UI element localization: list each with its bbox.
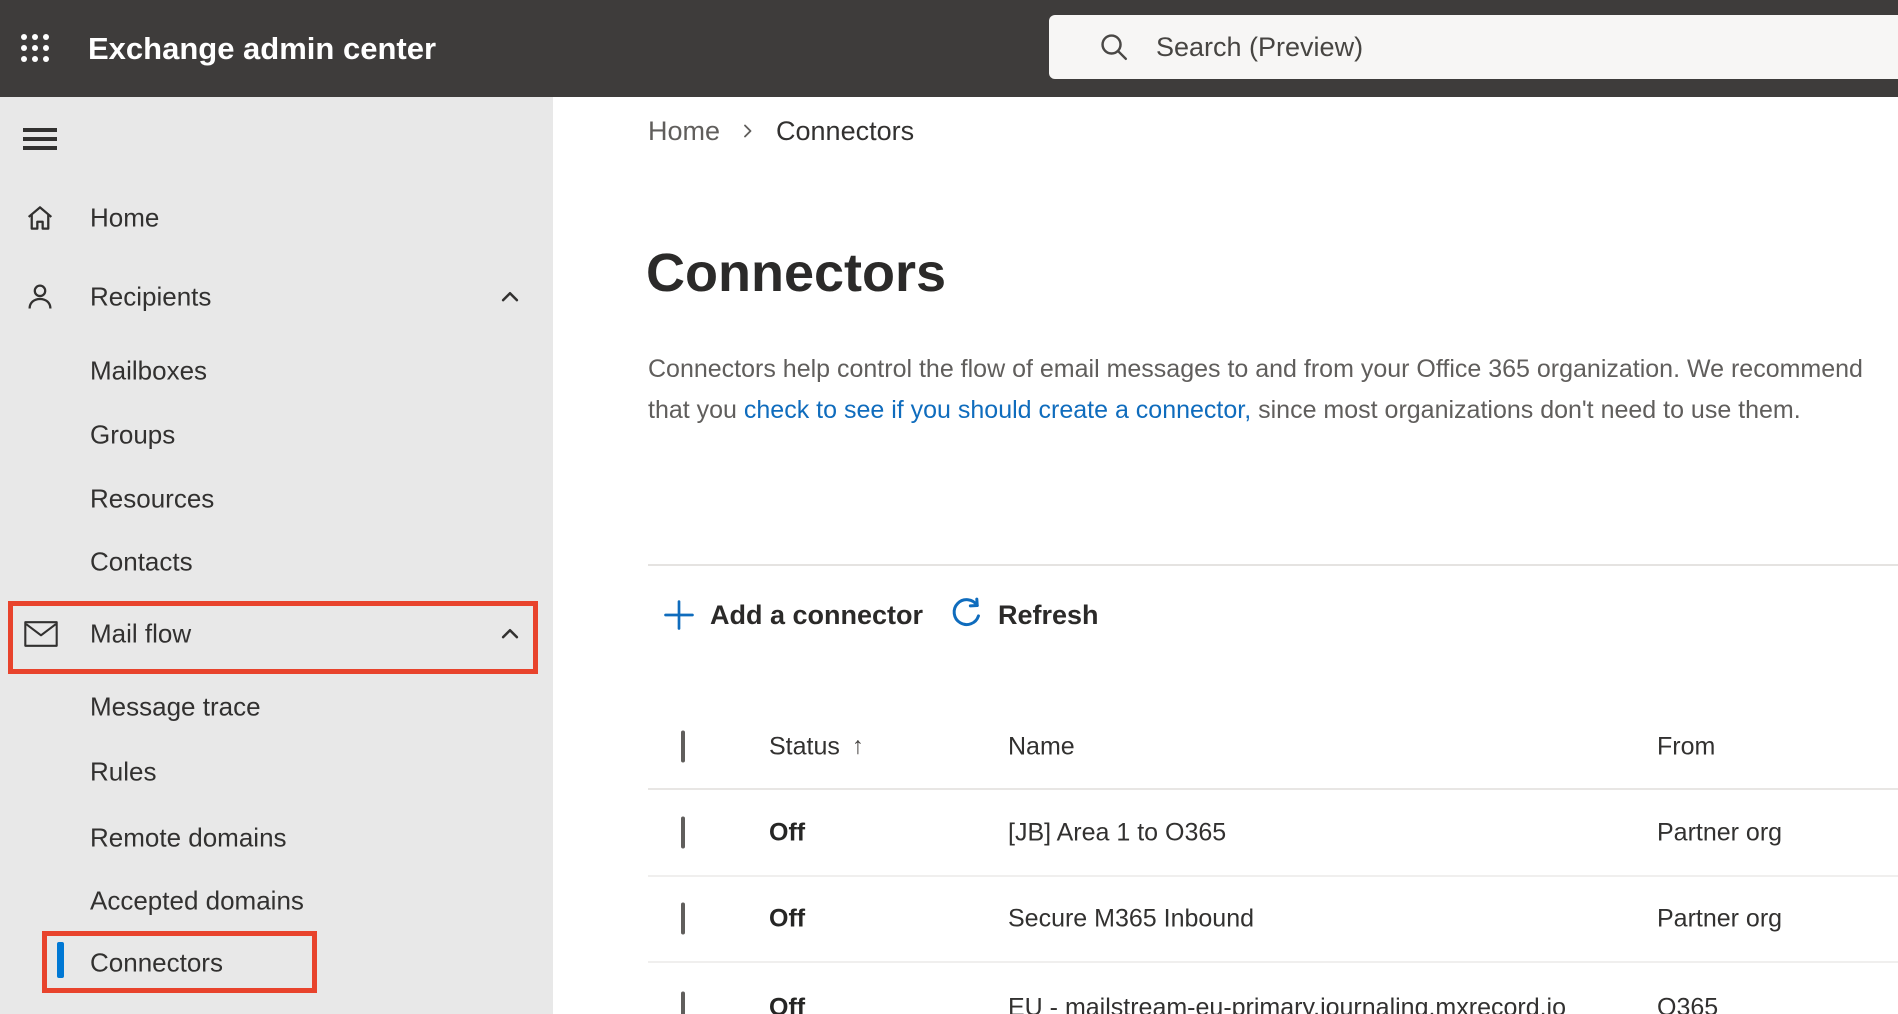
left-nav: Home Recipients Mailboxes Groups Resourc… xyxy=(0,97,553,1014)
sidebar-item-label: Resources xyxy=(90,483,215,514)
sidebar-item-label: Remote domains xyxy=(90,822,287,853)
sidebar-item-label: Home xyxy=(90,202,160,233)
cell-status: Off xyxy=(769,818,806,846)
search-icon xyxy=(1101,34,1128,61)
sidebar-item-label: Rules xyxy=(90,756,157,787)
sidebar-item-label: Connectors xyxy=(90,947,223,978)
column-header-from[interactable]: From xyxy=(1657,732,1715,761)
cell-from: O365 xyxy=(1657,993,1719,1014)
home-icon xyxy=(24,202,56,234)
plus-icon xyxy=(664,600,694,630)
sort-ascending-icon: ↑ xyxy=(851,732,864,760)
sidebar-item-remote-domains[interactable]: Remote domains xyxy=(0,810,553,866)
sidebar-item-resources[interactable]: Resources xyxy=(0,471,553,527)
sidebar-item-groups[interactable]: Groups xyxy=(0,407,553,463)
sidebar-item-rules[interactable]: Rules xyxy=(0,744,553,800)
cell-from: Partner org xyxy=(1657,904,1783,933)
cell-from: Partner org xyxy=(1657,818,1783,846)
add-connector-label: Add a connector xyxy=(710,599,924,630)
column-header-label: Status xyxy=(769,732,840,760)
command-bar: Add a connector Refresh xyxy=(648,583,1898,647)
breadcrumb: Home Connectors xyxy=(648,114,914,148)
top-bar: Exchange admin center Search (Preview) xyxy=(0,0,1898,97)
page-title: Connectors xyxy=(646,243,947,303)
breadcrumb-home-link[interactable]: Home xyxy=(648,114,720,148)
column-header-status[interactable]: Status ↑ xyxy=(769,732,864,761)
cell-name: [JB] Area 1 to O365 xyxy=(1008,818,1227,846)
search-input[interactable]: Search (Preview) xyxy=(1049,15,1898,79)
sidebar-item-connectors[interactable]: Connectors xyxy=(0,935,553,991)
sidebar-item-label: Recipients xyxy=(90,281,212,312)
sidebar-item-recipients[interactable]: Recipients xyxy=(0,269,553,325)
table-row[interactable]: Off Secure M365 Inbound Partner org xyxy=(648,877,1898,963)
cell-status: Off xyxy=(769,904,806,933)
chevron-right-icon xyxy=(736,119,760,143)
chevron-up-icon[interactable] xyxy=(495,282,525,312)
table-header-row: Status ↑ Name From xyxy=(648,705,1898,790)
cell-name: Secure M365 Inbound xyxy=(1008,904,1255,933)
chevron-up-icon[interactable] xyxy=(495,619,525,649)
sidebar-item-home[interactable]: Home xyxy=(0,190,553,246)
page-description: Connectors help control the flow of emai… xyxy=(648,349,1878,431)
main-content: Home Connectors Connectors Connectors he… xyxy=(553,97,1898,1014)
breadcrumb-current: Connectors xyxy=(776,116,915,146)
app-launcher-icon[interactable] xyxy=(18,31,52,65)
sidebar-item-label: Accepted domains xyxy=(90,885,304,916)
cell-status: Off xyxy=(769,993,806,1014)
refresh-button[interactable]: Refresh xyxy=(948,583,1099,647)
sidebar-item-mailboxes[interactable]: Mailboxes xyxy=(0,343,553,399)
description-text: since most organizations don't need to u… xyxy=(1251,396,1801,424)
mail-icon xyxy=(24,621,58,648)
person-icon xyxy=(24,281,56,313)
sidebar-item-label: Groups xyxy=(90,419,176,450)
cell-name: EU - mailstream-eu-primary.journaling.mx… xyxy=(1008,993,1567,1014)
sidebar-item-contacts[interactable]: Contacts xyxy=(0,534,553,590)
sidebar-item-label: Message trace xyxy=(90,691,261,722)
column-header-name[interactable]: Name xyxy=(1008,732,1075,761)
row-checkbox[interactable] xyxy=(681,991,685,1014)
add-connector-button[interactable]: Add a connector xyxy=(662,583,923,647)
table-row[interactable]: Off [JB] Area 1 to O365 Partner org xyxy=(648,790,1898,877)
row-checkbox[interactable] xyxy=(681,816,685,848)
toolbar-divider xyxy=(648,564,1898,566)
sidebar-item-mail-flow[interactable]: Mail flow xyxy=(0,606,553,662)
selected-item-indicator xyxy=(57,942,64,978)
search-placeholder: Search (Preview) xyxy=(1156,31,1364,62)
refresh-icon xyxy=(952,597,980,626)
app-title: Exchange admin center xyxy=(88,31,437,66)
sidebar-item-label: Mailboxes xyxy=(90,355,208,386)
select-all-checkbox[interactable] xyxy=(681,730,685,762)
hamburger-menu-icon[interactable] xyxy=(23,128,57,150)
sidebar-item-accepted-domains[interactable]: Accepted domains xyxy=(0,873,553,929)
row-checkbox[interactable] xyxy=(681,902,685,935)
sidebar-item-label: Contacts xyxy=(90,546,193,577)
table-row[interactable]: Off EU - mailstream-eu-primary.journalin… xyxy=(648,963,1898,1014)
sidebar-item-message-trace[interactable]: Message trace xyxy=(0,679,553,735)
create-connector-check-link[interactable]: check to see if you should create a conn… xyxy=(744,396,1251,424)
sidebar-item-label: Mail flow xyxy=(90,618,192,649)
refresh-label: Refresh xyxy=(998,599,1099,630)
